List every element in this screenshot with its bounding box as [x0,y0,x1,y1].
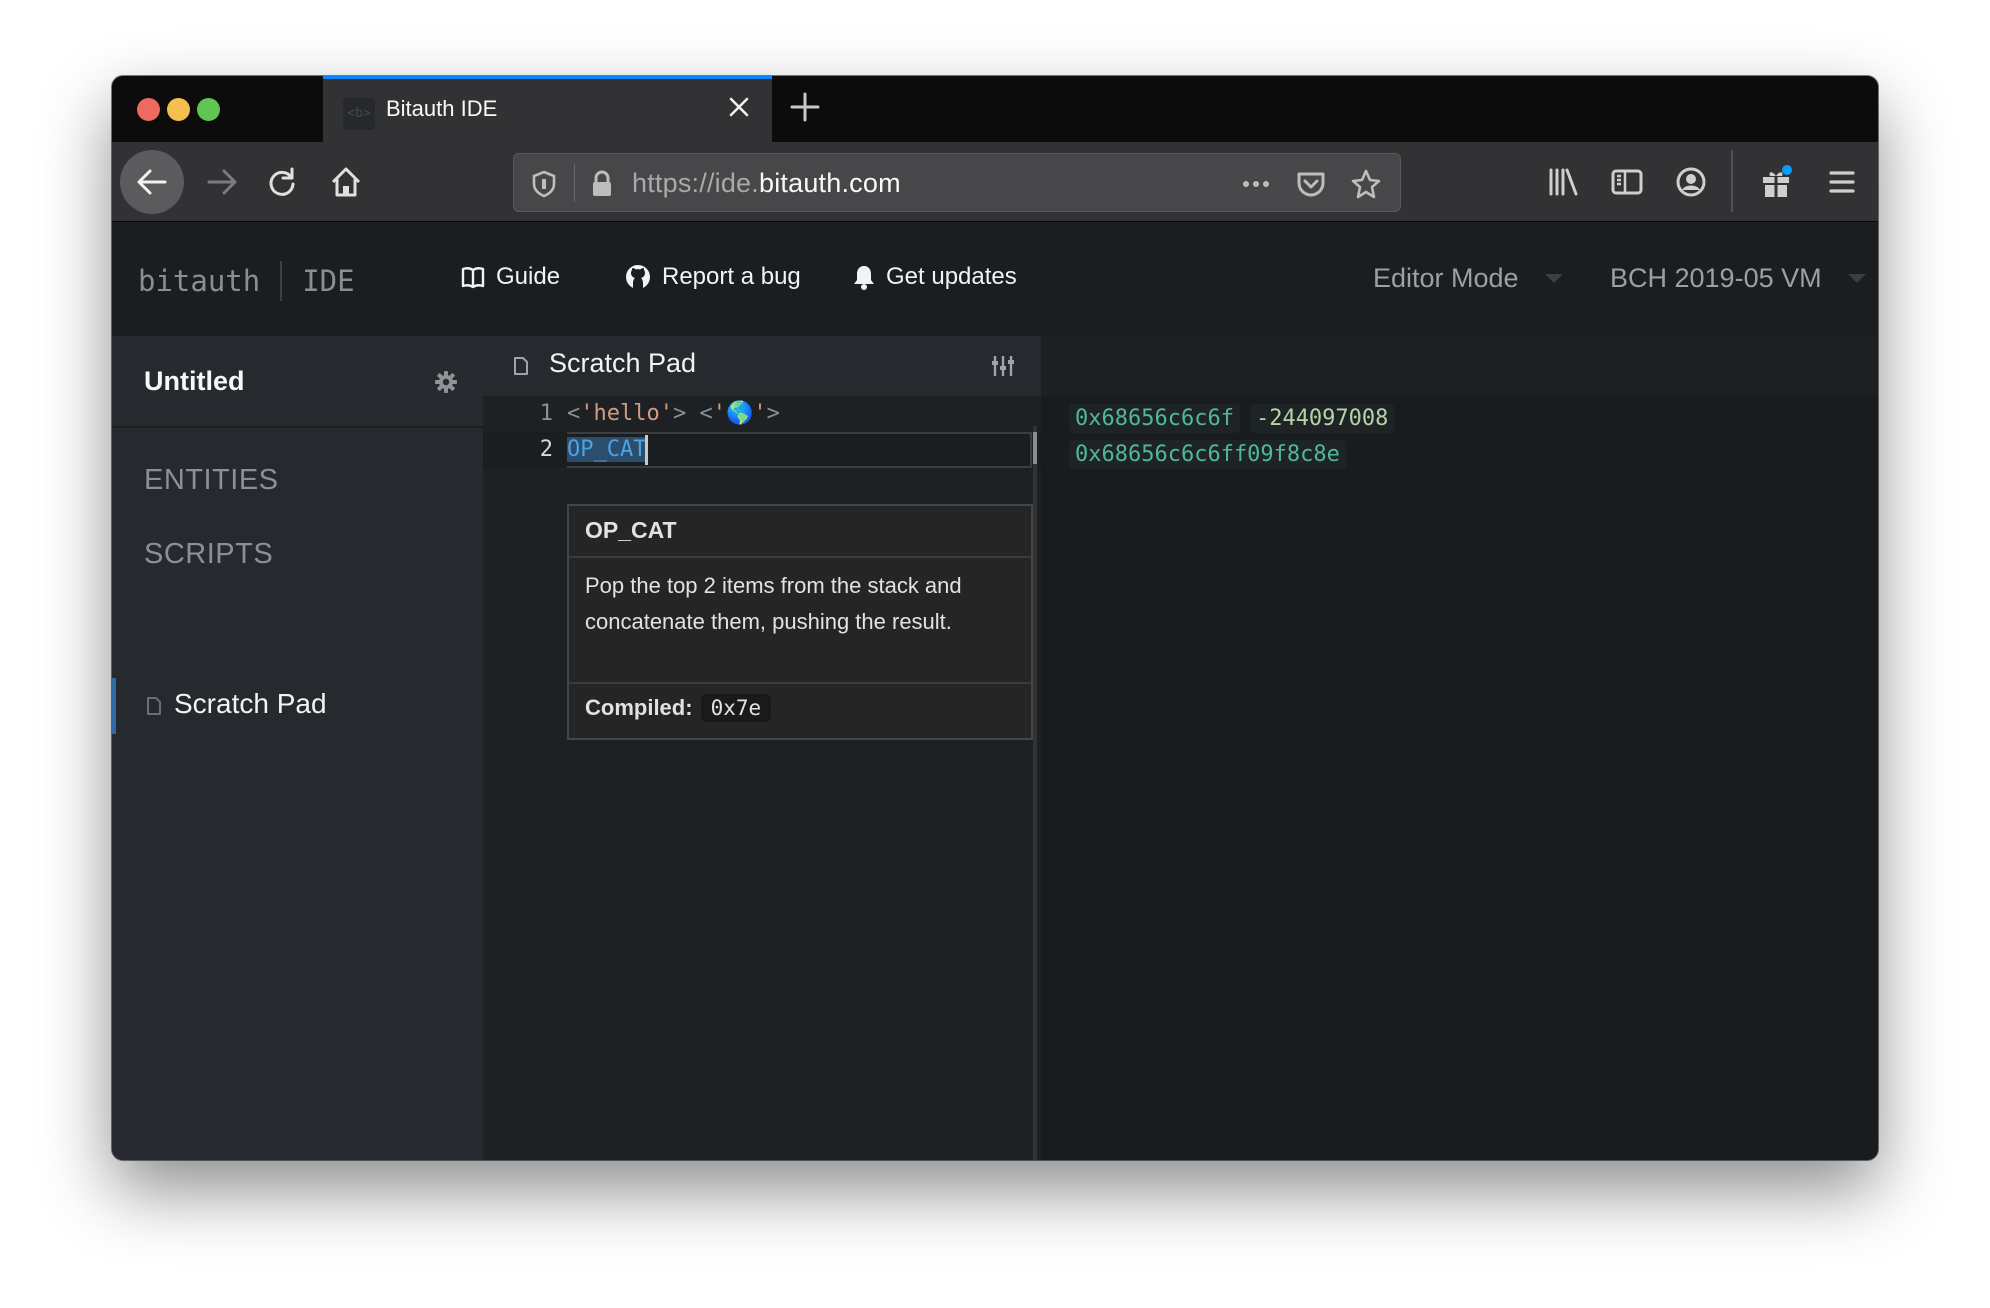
library-icon[interactable] [1534,152,1594,212]
editor-header: Scratch Pad [483,336,1041,396]
bell-icon [852,263,876,291]
home-icon[interactable] [316,152,376,212]
script-editor: Scratch Pad 1 <'hello'> <'🌎'> 2 OP_CAT O… [483,336,1041,1160]
hover-tooltip: OP_CAT Pop the top 2 items from the stac… [567,504,1033,740]
url-divider [574,164,575,202]
stack-item[interactable]: -244097008 [1249,404,1395,433]
forward-icon[interactable] [192,152,252,212]
nav-get-updates-link[interactable]: Get updates [852,263,1017,291]
zoom-window-button[interactable] [197,98,220,121]
sidebar-section-entities[interactable]: ENTITIES [144,464,279,497]
token: 'hello' [580,401,673,426]
evaluation-header [1041,336,1878,396]
token: '🌎' [712,401,767,426]
account-icon[interactable] [1661,152,1721,212]
nav-guide-label: Guide [496,263,561,290]
scrollbar-track[interactable] [1033,426,1037,1160]
stack-item[interactable]: 0x68656c6c6ff09f8c8e [1069,440,1346,469]
evaluation-line: 0x68656c6c6ff09f8c8e [1069,440,1346,469]
new-tab-icon[interactable] [788,90,822,124]
chevron-down-icon [1544,274,1563,283]
editor-title: Scratch Pad [549,348,697,378]
script-label: Scratch Pad [174,688,327,719]
code-line: 1 <'hello'> <'🌎'> [483,396,1041,432]
tab-bar: <b> Bitauth IDE [112,76,1878,142]
line-number: 2 [539,437,553,462]
vm-dropdown[interactable]: BCH 2019-05 VM [1610,263,1866,294]
pocket-icon[interactable] [1295,168,1327,200]
scrollbar-thumb[interactable] [1033,432,1037,464]
editor-mode-value: Editor Mode [1373,263,1519,293]
file-icon [146,696,162,720]
hamburger-menu-icon[interactable] [1812,152,1872,212]
brand-logo[interactable]: bitauth IDE [138,261,355,301]
script-settings-icon[interactable] [991,354,1015,382]
vm-value: BCH 2019-05 VM [1610,263,1822,293]
file-icon [513,356,529,380]
reload-icon[interactable] [252,152,312,212]
url-host: bitauth.com [758,168,901,198]
compiled-label: Compiled: [585,695,693,720]
toolbar-separator [1731,150,1733,212]
token: > [766,401,780,426]
hover-title: OP_CAT [569,506,1031,558]
url-prefix: https://ide. [632,168,759,198]
close-tab-icon[interactable] [724,92,754,122]
app-header: bitauth IDE Guide Report a bug Get updat… [112,223,1878,336]
nav-guide-link[interactable]: Guide [460,263,560,291]
nav-report-bug-link[interactable]: Report a bug [624,263,801,291]
sidebar-icon[interactable] [1597,152,1657,212]
nav-get-updates-label: Get updates [886,263,1017,290]
url-bar[interactable]: https://ide.bitauth.com [513,153,1401,212]
evaluation-line: 0x68656c6c6f -244097008 [1069,404,1395,433]
sidebar: Untitled ENTITIES SCRIPTS Scratch Pad [112,336,483,1160]
project-title[interactable]: Untitled [144,366,245,397]
stack-item[interactable]: 0x68656c6c6f [1069,404,1240,433]
gear-icon[interactable] [434,370,458,394]
lock-icon[interactable] [586,168,618,200]
tab-bitauth-ide[interactable]: <b> Bitauth IDE [323,76,772,142]
active-line-highlight [567,432,1032,468]
hover-description: Pop the top 2 items from the stack and c… [569,558,1031,684]
line-number: 1 [539,401,553,426]
tab-title: Bitauth IDE [386,96,498,121]
code-editor[interactable]: 1 <'hello'> <'🌎'> 2 OP_CAT OP_CAT Pop th… [483,396,1041,1160]
evaluation-viewer: 0x68656c6c6f -244097008 0x68656c6c6ff09f… [1041,336,1878,1160]
url-text[interactable]: https://ide.bitauth.com [632,168,901,199]
hover-footer: Compiled: 0x7e [569,684,1031,732]
sidebar-section-scripts[interactable]: SCRIPTS [144,538,273,571]
minimize-window-button[interactable] [167,98,190,121]
brand-separator [280,261,283,301]
brand-name: bitauth [138,264,261,298]
code-text: <'hello'> <'🌎'> [567,396,780,432]
more-icon[interactable] [1240,168,1272,200]
sidebar-item-scratch-pad[interactable]: Scratch Pad [112,678,483,734]
sidebar-header: Untitled [112,336,483,428]
gift-icon[interactable] [1746,152,1806,212]
token: > [672,401,687,426]
brand-product: IDE [302,264,355,298]
compiled-value: 0x7e [700,694,772,722]
nav-report-bug-label: Report a bug [662,263,801,290]
github-icon [624,263,652,291]
token: < [699,401,713,426]
chevron-down-icon [1847,274,1866,283]
editor-mode-dropdown[interactable]: Editor Mode [1373,263,1563,294]
favicon-icon: <b> [343,98,375,130]
back-icon[interactable] [120,150,184,214]
book-icon [460,264,486,290]
token: < [567,401,581,426]
bookmark-star-icon[interactable] [1350,168,1382,200]
close-window-button[interactable] [137,98,160,121]
navigation-toolbar: https://ide.bitauth.com [112,142,1878,222]
browser-window: <b> Bitauth IDE https://ide.bitauth.com … [112,76,1878,1160]
tracking-shield-icon[interactable] [528,168,560,200]
